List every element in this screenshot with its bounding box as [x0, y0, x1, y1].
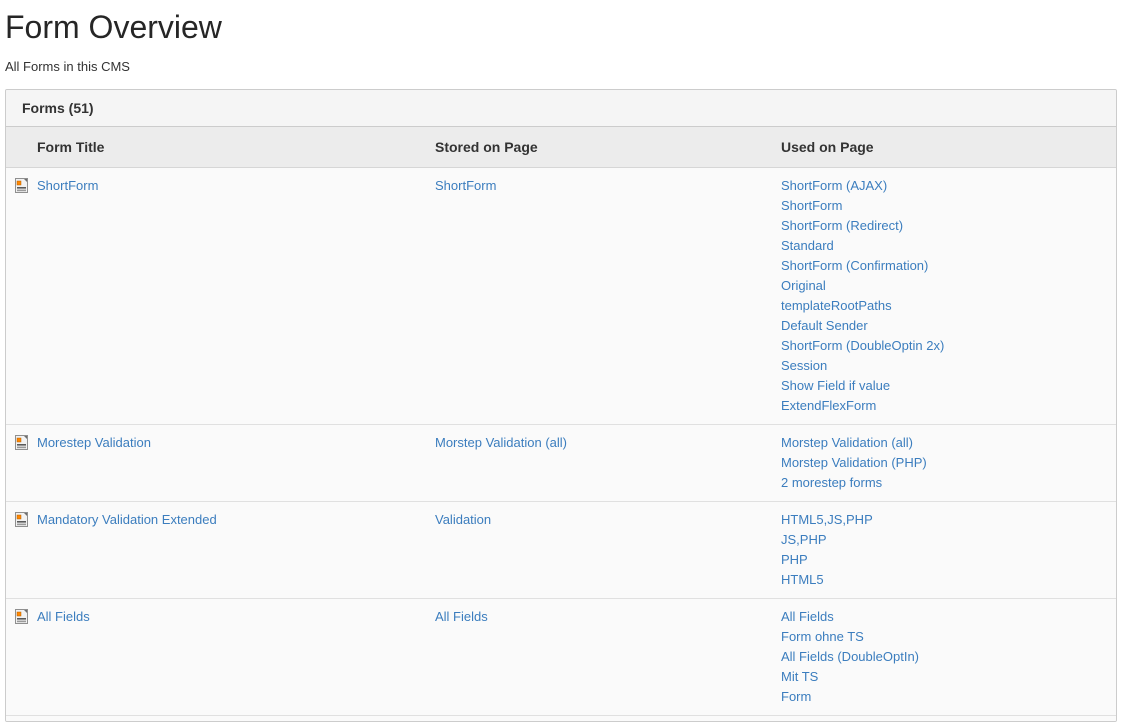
- used-on-page-link[interactable]: Standard: [781, 236, 1108, 256]
- stored-on-page-link[interactable]: Morstep Validation (all): [435, 435, 567, 450]
- stored-on-page-link[interactable]: Validation: [435, 512, 491, 527]
- used-on-page-link[interactable]: HTML5: [781, 570, 1108, 590]
- used-on-page-link[interactable]: HTML5,JS,PHP: [781, 510, 1108, 530]
- forms-table: Form Title Stored on Page Used on Page: [6, 127, 1116, 722]
- used-on-page-link[interactable]: ShortForm: [781, 196, 1108, 216]
- used-on-page-link[interactable]: Mit TS: [781, 667, 1108, 687]
- used-on-page-link[interactable]: ExtendFlexForm: [781, 396, 1108, 416]
- used-on-page-list: HTML5,JS,PHPJS,PHPPHPHTML5: [773, 501, 1116, 598]
- used-on-page-link[interactable]: Default Sender: [781, 316, 1108, 336]
- column-header-form-title: Form Title: [6, 127, 427, 168]
- table-row: All Fields All Fields All FieldsForm ohn…: [6, 598, 1116, 715]
- stored-on-page-link[interactable]: All Fields: [435, 609, 488, 624]
- used-on-page-link[interactable]: PHP: [781, 550, 1108, 570]
- forms-panel: Forms (51) Form Title Stored on Page Use…: [5, 89, 1117, 722]
- form-document-icon: [14, 512, 30, 528]
- forms-panel-heading: Forms (51): [6, 90, 1116, 127]
- used-on-page-link[interactable]: Morstep Validation (PHP): [781, 453, 1108, 473]
- form-document-icon: [14, 435, 30, 451]
- table-row-partial: [6, 715, 1116, 721]
- column-header-stored-on-page: Stored on Page: [427, 127, 773, 168]
- used-on-page-link[interactable]: templateRootPaths: [781, 296, 1108, 316]
- table-row: Mandatory Validation Extended Validation…: [6, 501, 1116, 598]
- used-on-page-link[interactable]: Session: [781, 356, 1108, 376]
- stored-on-page-link[interactable]: ShortForm: [435, 178, 496, 193]
- form-title-link[interactable]: All Fields: [37, 607, 90, 627]
- table-row: Morestep Validation Morstep Validation (…: [6, 424, 1116, 501]
- table-row: ShortForm ShortForm ShortForm (AJAX)Shor…: [6, 167, 1116, 424]
- used-on-page-link[interactable]: Form ohne TS: [781, 627, 1108, 647]
- used-on-page-link[interactable]: 2 morestep forms: [781, 473, 1108, 493]
- form-document-icon: [14, 609, 30, 625]
- form-title-link[interactable]: Morestep Validation: [37, 433, 151, 453]
- forms-table-header: Form Title Stored on Page Used on Page: [6, 127, 1116, 168]
- used-on-page-link[interactable]: All Fields (DoubleOptIn): [781, 647, 1108, 667]
- used-on-page-link[interactable]: ShortForm (AJAX): [781, 176, 1108, 196]
- used-on-page-list: All FieldsForm ohne TSAll Fields (Double…: [773, 598, 1116, 715]
- used-on-page-link[interactable]: JS,PHP: [781, 530, 1108, 550]
- used-on-page-link[interactable]: ShortForm (Confirmation): [781, 256, 1108, 276]
- used-on-page-list: ShortForm (AJAX)ShortFormShortForm (Redi…: [773, 167, 1116, 424]
- form-title-link[interactable]: Mandatory Validation Extended: [37, 510, 217, 530]
- used-on-page-link[interactable]: Morstep Validation (all): [781, 433, 1108, 453]
- column-header-used-on-page: Used on Page: [773, 127, 1116, 168]
- form-document-icon: [14, 178, 30, 194]
- page-title: Form Overview: [5, 9, 1117, 46]
- used-on-page-link[interactable]: All Fields: [781, 607, 1108, 627]
- form-title-link[interactable]: ShortForm: [37, 176, 98, 196]
- used-on-page-link[interactable]: ShortForm (DoubleOptin 2x): [781, 336, 1108, 356]
- used-on-page-link[interactable]: Show Field if value: [781, 376, 1108, 396]
- used-on-page-link[interactable]: Original: [781, 276, 1108, 296]
- used-on-page-list: Morstep Validation (all)Morstep Validati…: [773, 424, 1116, 501]
- used-on-page-link[interactable]: Form: [781, 687, 1108, 707]
- forms-table-body: ShortForm ShortForm ShortForm (AJAX)Shor…: [6, 167, 1116, 721]
- page-subtitle: All Forms in this CMS: [5, 59, 1117, 74]
- form-overview-page: Form Overview All Forms in this CMS Form…: [0, 0, 1121, 722]
- used-on-page-link[interactable]: ShortForm (Redirect): [781, 216, 1108, 236]
